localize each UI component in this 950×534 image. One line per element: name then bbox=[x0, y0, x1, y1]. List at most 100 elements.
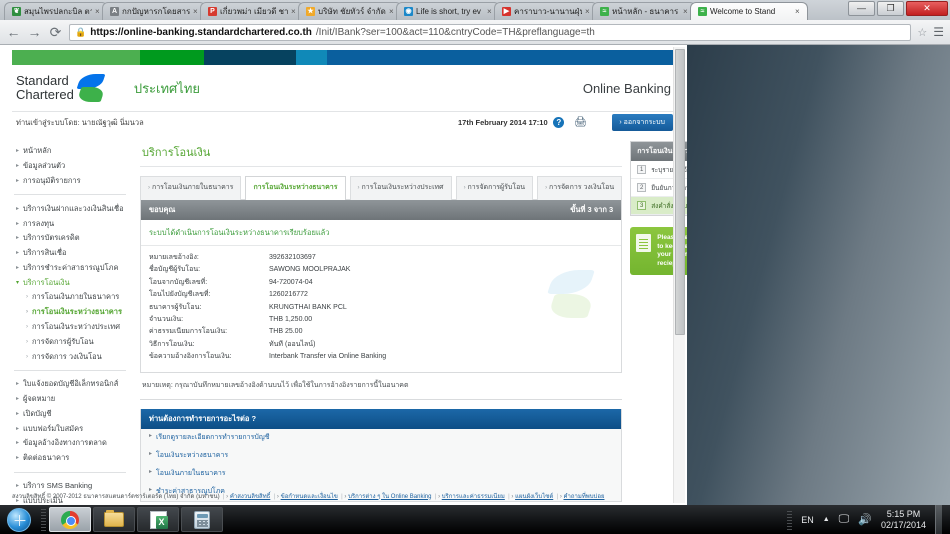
logo-line-1: Standard bbox=[16, 73, 69, 88]
excel-icon bbox=[149, 510, 168, 529]
browser-tab[interactable]: ◉ Life is short, try ev × bbox=[396, 2, 500, 20]
close-window-button[interactable]: ✕ bbox=[906, 1, 948, 16]
detail-label: ค่าธรรมเนียมการโอนเงิน: bbox=[149, 328, 228, 336]
footer-link-faq[interactable]: คำถามที่พบบ่อย bbox=[563, 494, 604, 500]
footer-link-copyright[interactable]: คำสงวนลิขสิทธิ์ bbox=[230, 494, 271, 500]
network-icon[interactable]: 🖵 bbox=[839, 513, 850, 526]
sidebar-item-loans[interactable]: ▸ บริการสินเชื่อ bbox=[12, 246, 128, 261]
sidebar-item-openaccount[interactable]: ▸ เปิดบัญชี bbox=[12, 407, 128, 422]
show-desktop-button[interactable] bbox=[935, 505, 942, 534]
sidebar-item-forms[interactable]: ▸ แบบฟอร์มใบสมัคร bbox=[12, 421, 128, 436]
sidebar-item-manage-payee[interactable]: › การจัดการผู้รับโอน bbox=[22, 334, 128, 349]
detail-value: Interbank Transfer via Online Banking bbox=[269, 353, 387, 361]
start-button[interactable] bbox=[0, 506, 38, 533]
sidebar-item-creditcards[interactable]: ▸ บริการบัตรเครดิต bbox=[12, 231, 128, 246]
detail-value: THB 25.00 bbox=[269, 328, 303, 336]
standard-chartered-logo[interactable]: Standard Chartered bbox=[16, 73, 106, 103]
sidebar-item-billpay[interactable]: ▸ บริการชำระค่าสาธารณูปโภค bbox=[12, 260, 128, 275]
print-icon[interactable]: 🖨 bbox=[574, 117, 587, 128]
reload-icon[interactable]: ⟳ bbox=[48, 24, 63, 41]
tab-international-transfer[interactable]: › การโอนเงินระหว่างประเทศ bbox=[349, 176, 452, 200]
explorer-taskbar-button[interactable] bbox=[93, 507, 135, 532]
sidebar-item-label: บริการชำระค่าสาธารณูปโภค bbox=[23, 262, 119, 272]
browser-tab-active[interactable]: ≈ Welcome to Stand × bbox=[690, 2, 808, 20]
sidebar-item-estatement[interactable]: ▸ ใบแจ้งยอดบัญชีอิเล็กทรอนิกส์ bbox=[12, 377, 128, 392]
address-bar[interactable]: 🔒 https://online-banking.standardcharter… bbox=[69, 23, 912, 41]
sidebar-item-deposits[interactable]: ▸ บริการเงินฝากและวงเงินสินเชื่อ bbox=[12, 201, 128, 216]
leaf-icon: ❦ bbox=[12, 7, 21, 16]
close-icon[interactable]: × bbox=[487, 7, 494, 16]
close-icon[interactable]: × bbox=[795, 7, 802, 16]
sidebar-item-international-transfer[interactable]: › การโอนเงินระหว่างประเทศ bbox=[22, 320, 128, 335]
forward-icon[interactable]: → bbox=[27, 24, 42, 40]
chrome-taskbar-button[interactable] bbox=[49, 507, 91, 532]
sidebar-item-market-info[interactable]: ▸ ข้อมูลอ้างอิงทางการตลาด bbox=[12, 436, 128, 451]
footer-link-sitemap[interactable]: แผนผังเว็บไซต์ bbox=[515, 494, 553, 500]
maximize-button[interactable]: ❐ bbox=[877, 1, 904, 16]
show-hidden-icons-icon[interactable]: ▲ bbox=[823, 516, 830, 523]
tab-manage-payee[interactable]: › การจัดการผู้รับโอน bbox=[455, 176, 534, 200]
help-icon[interactable]: ? bbox=[553, 117, 565, 128]
clock[interactable]: 5:15 PM 02/17/2014 bbox=[881, 509, 926, 531]
colorbar-seg bbox=[296, 50, 327, 65]
sidebar-item-label: ติดต่อธนาคาร bbox=[23, 453, 70, 463]
tab-title: คาราบาว-นานานฝุ่น bbox=[514, 7, 582, 16]
sidebar-divider bbox=[14, 471, 126, 473]
browser-tab[interactable]: ▶ คาราบาว-นานานฝุ่น × bbox=[494, 2, 598, 20]
detail-label: โอนจากบัญชีเลขที่: bbox=[149, 278, 208, 286]
close-icon[interactable]: × bbox=[95, 7, 102, 16]
next-action-label: โอนเงินภายในธนาคาร bbox=[156, 470, 226, 478]
close-icon[interactable]: × bbox=[193, 7, 200, 16]
logout-button[interactable]: › ออกจากระบบ bbox=[612, 114, 673, 131]
sidebar-item-internal-transfer[interactable]: › การโอนเงินภายในธนาคาร bbox=[22, 290, 128, 305]
lock-icon: 🔒 bbox=[75, 26, 87, 37]
sidebar-item-approvals[interactable]: ▸ การอนุมัติรายการ bbox=[12, 174, 128, 189]
sidebar-item-sms-banking[interactable]: ▸ บริการ SMS Banking bbox=[12, 479, 128, 494]
language-indicator[interactable]: EN bbox=[801, 515, 814, 525]
scrollbar-thumb[interactable] bbox=[675, 49, 685, 335]
next-action-view-transactions[interactable]: ▸ เรียกดูรายละเอียดการทำรายการบัญชี bbox=[141, 429, 621, 447]
page-scrollbar[interactable] bbox=[673, 47, 685, 503]
volume-icon[interactable]: 🔊 bbox=[858, 513, 872, 526]
close-icon[interactable]: × bbox=[585, 7, 592, 16]
next-action-interbank-transfer[interactable]: ▸ โอนเงินระหว่างธนาคาร bbox=[141, 447, 621, 465]
tab-label: การโอนเงินระหว่างประเทศ bbox=[361, 184, 444, 191]
transaction-details: หมายเลขอ้างอิง: 392632103697 ชื่อบัญชีผู้… bbox=[141, 246, 621, 372]
close-icon[interactable]: × bbox=[683, 7, 690, 16]
sidebar-item-transfers[interactable]: ▾ บริการโอนเงิน bbox=[12, 275, 128, 290]
step-number: 2 bbox=[637, 183, 647, 192]
close-icon[interactable]: × bbox=[389, 7, 396, 16]
confirmation-panel: ขอบคุณ ขั้นที่ 3 จาก 3 ระบบได้ดำเนินการโ… bbox=[140, 199, 623, 373]
minimize-button[interactable]: — bbox=[848, 1, 875, 16]
sub-arrow-icon: › bbox=[26, 323, 28, 330]
browser-tab[interactable]: P เกี่ยวพม่า เมียวดี ชา × bbox=[200, 2, 304, 20]
sidebar-item-contact[interactable]: ▸ ติดต่อธนาคาร bbox=[12, 451, 128, 466]
browser-tab[interactable]: ❦ สมุนไพรปลกะบิล ตา × bbox=[4, 2, 108, 20]
sidebar-item-home[interactable]: ▸ หน้าหลัก bbox=[12, 144, 128, 159]
excel-taskbar-button[interactable] bbox=[137, 507, 179, 532]
next-action-internal-transfer[interactable]: ▸ โอนเงินภายในธนาคาร bbox=[141, 465, 621, 483]
sidebar-item-investments[interactable]: ▸ การลงทุน bbox=[12, 216, 128, 231]
detail-label: วิธีการโอนเงิน: bbox=[149, 340, 195, 348]
tab-interbank-transfer[interactable]: การโอนเงินระหว่างธนาคาร bbox=[245, 176, 346, 200]
browser-tab[interactable]: ≈ หน้าหลัก - ธนาคาร × bbox=[592, 2, 696, 20]
tab-internal-transfer[interactable]: › การโอนเงินภายในธนาคาร bbox=[140, 176, 242, 200]
footer-link-fees[interactable]: บริการและค่าธรรมเนียม bbox=[442, 494, 505, 500]
browser-tab[interactable]: A กกปัญหารกโดยสาร × bbox=[102, 2, 206, 20]
sidebar-item-label: บริการบัตรเครดิต bbox=[23, 233, 80, 243]
sidebar-item-interbank-transfer[interactable]: › การโอนเงินระหว่างธนาคาร bbox=[22, 305, 128, 320]
sidebar-item-mailbox[interactable]: ▸ ผู้จดหมาย bbox=[12, 392, 128, 407]
browser-menu-icon[interactable]: ☰ bbox=[933, 25, 944, 39]
bullet-icon: ▸ bbox=[16, 235, 20, 242]
footer-link-terms[interactable]: ข้อกำหนดและเงื่อนไข bbox=[281, 494, 338, 500]
back-icon[interactable]: ← bbox=[6, 24, 21, 40]
close-icon[interactable]: × bbox=[291, 7, 298, 16]
footer-link-services[interactable]: บริการต่าง ๆ ใน Online Banking bbox=[348, 494, 431, 500]
browser-tab[interactable]: ★ บริษัท ชัยทัวร์ จำกัด × bbox=[298, 2, 402, 20]
tab-manage-limit[interactable]: › การจัดการ วงเงินโอน bbox=[537, 176, 623, 200]
calculator-taskbar-button[interactable] bbox=[181, 507, 223, 532]
sidebar-item-manage-limit[interactable]: › การจัดการ วงเงินโอน bbox=[22, 349, 128, 364]
sidebar-item-profile[interactable]: ▸ ข้อมูลส่วนตัว bbox=[12, 159, 128, 174]
bookmark-star-icon[interactable]: ☆ bbox=[917, 26, 927, 39]
sidebar-divider bbox=[14, 369, 126, 371]
